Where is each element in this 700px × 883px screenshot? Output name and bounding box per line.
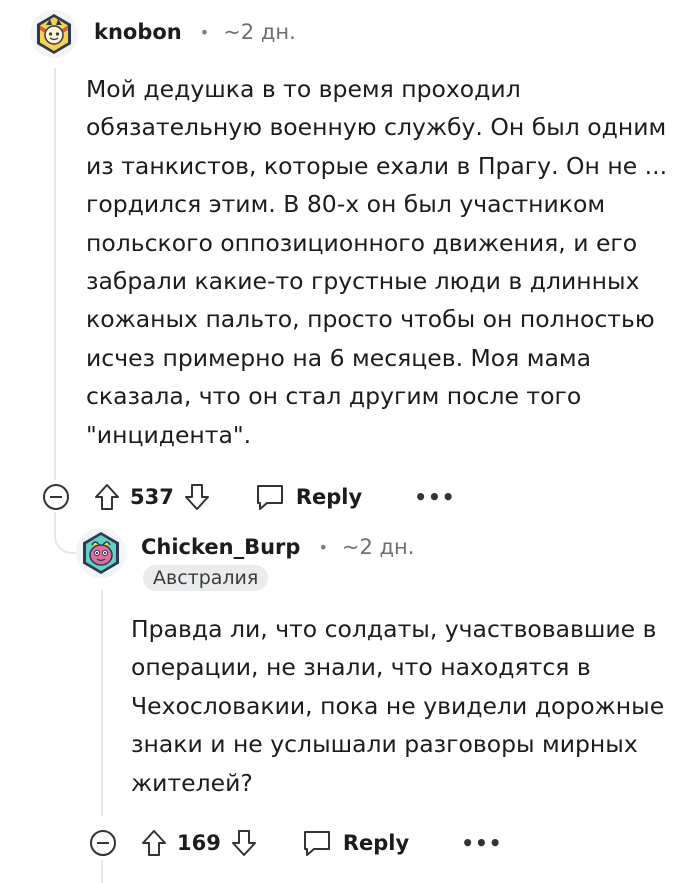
reply-button[interactable]: Reply bbox=[301, 828, 409, 858]
comment-action-bar: 169 Reply ••• bbox=[87, 823, 503, 863]
comment-action-bar: 537 Reply ••• bbox=[40, 477, 456, 517]
avatar[interactable] bbox=[76, 528, 126, 578]
arrow-up-icon bbox=[142, 830, 166, 856]
timestamp[interactable]: ~2 дн. bbox=[342, 535, 415, 559]
thread-connector bbox=[101, 860, 143, 883]
reply-button[interactable]: Reply bbox=[254, 482, 362, 512]
user-flair: Австралия bbox=[143, 565, 269, 591]
avatar-icon bbox=[76, 528, 126, 578]
avatar-icon bbox=[30, 10, 78, 58]
downvote-button[interactable] bbox=[229, 826, 259, 860]
upvote-button[interactable] bbox=[92, 480, 122, 514]
collapse-icon bbox=[90, 830, 116, 856]
timestamp[interactable]: ~2 дн. bbox=[223, 20, 296, 44]
thread-line[interactable] bbox=[101, 590, 103, 816]
thread-line[interactable] bbox=[54, 68, 56, 480]
comment-thread: knobon • ~2 дн. Мой дедушка в то время п… bbox=[0, 0, 700, 883]
reply-label: Reply bbox=[295, 485, 363, 509]
reply-icon bbox=[256, 485, 283, 510]
reply-icon bbox=[303, 831, 330, 856]
avatar[interactable] bbox=[30, 10, 78, 58]
username[interactable]: knobon bbox=[94, 20, 182, 44]
meta-separator: • bbox=[199, 22, 210, 42]
username[interactable]: Chicken_Burp bbox=[141, 535, 300, 559]
meta-separator: • bbox=[318, 537, 328, 557]
more-options-button[interactable]: ••• bbox=[461, 831, 502, 855]
downvote-button[interactable] bbox=[182, 480, 212, 514]
collapse-button[interactable] bbox=[40, 481, 72, 513]
arrow-down-icon bbox=[231, 830, 256, 856]
comment-body: Мой дедушка в то время проходил обязател… bbox=[86, 75, 668, 449]
comment-body: Правда ли, что солдаты, участвовавшие в … bbox=[131, 615, 665, 797]
vote-score: 537 bbox=[130, 485, 174, 509]
collapse-icon bbox=[43, 484, 69, 510]
upvote-button[interactable] bbox=[139, 826, 169, 860]
more-options-button[interactable]: ••• bbox=[414, 485, 455, 509]
reply-label: Reply bbox=[342, 831, 410, 855]
collapse-button[interactable] bbox=[87, 827, 119, 859]
comment-header: Chicken_Burp • ~2 дн. bbox=[141, 535, 414, 559]
arrow-up-icon bbox=[95, 484, 119, 510]
comment-header: knobon • ~2 дн. bbox=[94, 20, 296, 44]
arrow-down-icon bbox=[184, 484, 209, 510]
vote-score: 169 bbox=[177, 831, 221, 855]
